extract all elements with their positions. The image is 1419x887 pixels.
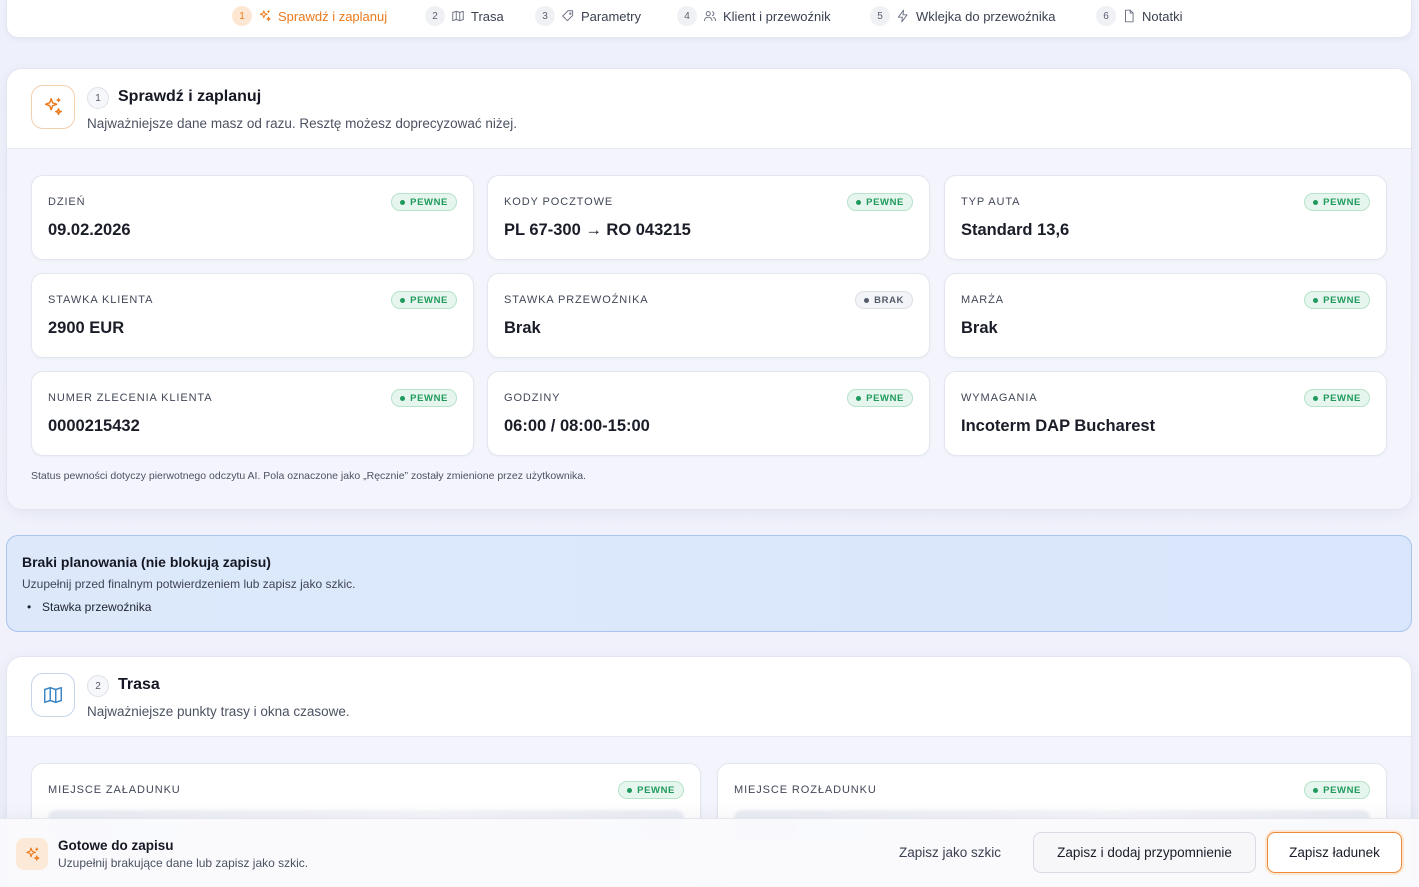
step-2-tab[interactable]: 2 Trasa [425,6,504,26]
save-draft-button[interactable]: Zapisz jako szkic [878,832,1022,873]
status-badge: BRAK [855,291,913,309]
list-item: Stawka przewoźnika [27,600,151,614]
field-label: Miejsce załadunku [48,784,181,796]
section-number: 1 [87,87,109,109]
field-value: 0000215432 [48,417,140,435]
save-status-title: Gotowe do zapisu [58,838,174,853]
field-value: Brak [961,319,998,337]
step-number: 6 [1096,6,1116,26]
alert-title: Braki planowania (nie blokują zapisu) [22,554,271,570]
field-value: 09.02.2026 [48,221,131,239]
field-label: Dzień [48,196,86,208]
field-requirements[interactable]: Wymagania PEWNE Incoterm DAP Bucharest [944,371,1387,456]
field-client-order-number[interactable]: Numer zlecenia klienta PEWNE 0000215432 [31,371,474,456]
step-6-tab[interactable]: 6 Notatki [1096,6,1182,26]
status-badge: PEWNE [847,389,913,407]
confidence-note: Status pewności dotyczy pierwotnego odcz… [31,470,587,482]
field-day[interactable]: Dzień PEWNE 09.02.2026 [31,175,474,260]
field-vehicle-type[interactable]: Typ auta PEWNE Standard 13,6 [944,175,1387,260]
field-postal-codes[interactable]: Kody pocztowe PEWNE PL 67-300 → RO 04321… [487,175,930,260]
step-label: Parametry [581,8,641,24]
sparkles-icon [16,838,48,870]
field-label: Miejsce rozładunku [734,784,877,796]
section-header: 2 Trasa Najważniejsze punkty trasy i okn… [7,657,1411,737]
section-subtitle: Najważniejsze punkty trasy i okna czasow… [87,704,350,719]
field-carrier-rate[interactable]: Stawka przewoźnika BRAK Brak [487,273,930,358]
step-label: Notatki [1142,8,1183,24]
planning-gaps-alert: Braki planowania (nie blokują zapisu) Uz… [6,535,1412,632]
status-badge: PEWNE [618,781,684,799]
save-load-button[interactable]: Zapisz ładunek [1267,832,1402,873]
section-check-and-plan: 1 Sprawdź i zaplanuj Najważniejsze dane … [6,68,1412,510]
step-number: 3 [535,6,555,26]
status-badge: PEWNE [1304,193,1370,211]
save-with-reminder-button[interactable]: Zapisz i dodaj przypomnienie [1033,832,1256,873]
step-number: 4 [677,6,697,26]
status-badge: PEWNE [391,291,457,309]
field-label: Wymagania [961,392,1038,404]
field-value: 2900 EUR [48,319,125,337]
step-label: Wklejka do przewoźnika [916,8,1056,24]
alert-subtitle: Uzupełnij przed finalnym potwierdzeniem … [22,577,356,591]
field-label: Stawka klienta [48,294,154,306]
step-label: Sprawdź i zaplanuj [278,8,388,24]
field-label: Stawka przewoźnika [504,294,649,306]
section-header: 1 Sprawdź i zaplanuj Najważniejsze dane … [7,69,1411,149]
step-number: 2 [425,6,445,26]
field-client-rate[interactable]: Stawka klienta PEWNE 2900 EUR [31,273,474,358]
field-label: Numer zlecenia klienta [48,392,213,404]
field-label: Godziny [504,392,561,404]
step-5-tab[interactable]: 5 Wklejka do przewoźnika [870,6,1055,26]
tag-icon [562,10,574,22]
field-label: Kody pocztowe [504,196,614,208]
alert-list: Stawka przewoźnika [27,600,151,614]
map-icon [452,10,464,22]
bolt-icon [897,9,908,23]
section-subtitle: Najważniejsze dane masz od razu. Resztę … [87,116,517,131]
save-status-subtitle: Uzupełnij brakujące dane lub zapisz jako… [58,856,309,870]
sparkles-icon [259,10,271,22]
status-badge: PEWNE [1304,291,1370,309]
step-label: Klient i przewoźnik [723,8,831,24]
status-badge: PEWNE [847,193,913,211]
section-title: Trasa [118,676,160,693]
step-3-tab[interactable]: 3 Parametry [535,6,641,26]
step-number: 5 [870,6,890,26]
sparkles-icon [31,85,75,129]
field-value: PL 67-300 → RO 043215 [504,221,691,239]
field-value: Incoterm DAP Bucharest [961,417,1156,435]
step-4-tab[interactable]: 4 Klient i przewoźnik [677,6,831,26]
save-action-bar: Gotowe do zapisu Uzupełnij brakujące dan… [0,818,1419,887]
step-number: 1 [232,6,252,26]
field-margin[interactable]: Marża PEWNE Brak [944,273,1387,358]
step-navigation: 1 Sprawdź i zaplanuj 2 Trasa 3 Parametry… [6,0,1412,38]
section-number: 2 [87,675,109,697]
file-icon [1125,9,1134,23]
map-icon [31,673,75,717]
users-icon [703,11,717,22]
section-title: Sprawdź i zaplanuj [118,88,262,105]
field-hours[interactable]: Godziny PEWNE 06:00 / 08:00-15:00 [487,371,930,456]
step-1-tab[interactable]: 1 Sprawdź i zaplanuj [232,6,387,26]
status-badge: PEWNE [1304,389,1370,407]
field-value: Standard 13,6 [961,221,1070,239]
status-badge: PEWNE [391,389,457,407]
status-badge: PEWNE [391,193,457,211]
step-label: Trasa [471,8,504,24]
field-label: Typ auta [961,196,1021,208]
field-value: 06:00 / 08:00-15:00 [504,417,650,435]
status-badge: PEWNE [1304,781,1370,799]
field-value: Brak [504,319,541,337]
field-label: Marża [961,294,1004,306]
